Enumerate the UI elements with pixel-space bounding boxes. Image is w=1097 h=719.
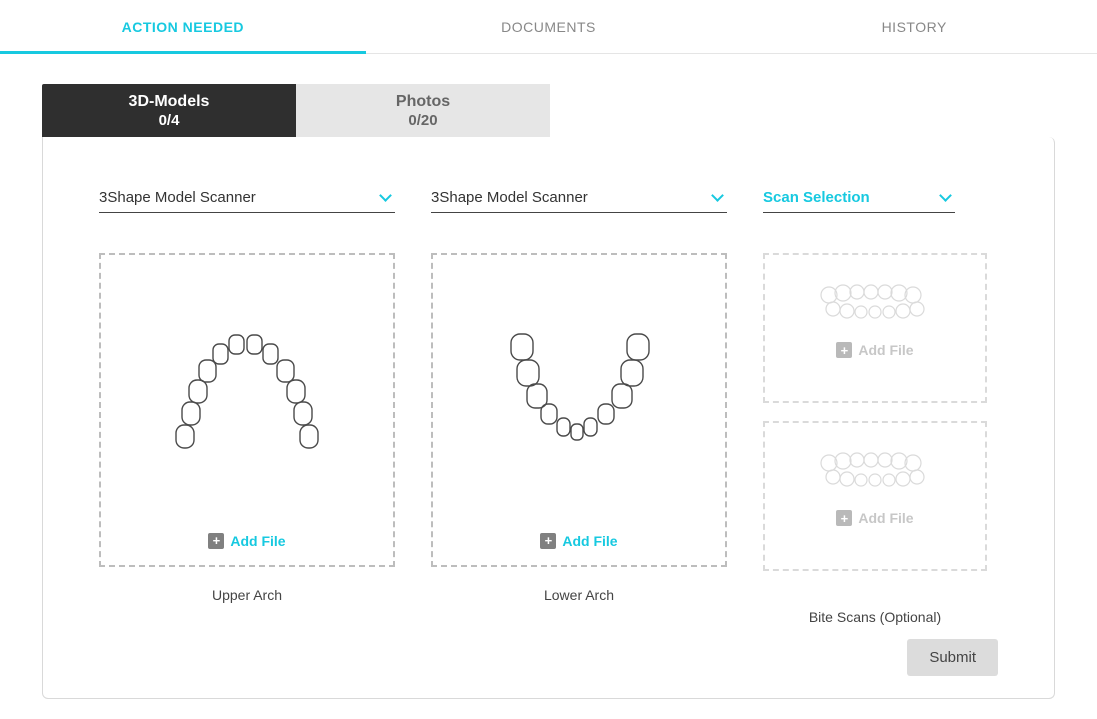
subtab-photos-label: Photos	[296, 92, 550, 112]
lower-arch-column: + Add File Lower Arch	[431, 253, 727, 603]
bite-scans-column: + Add File	[763, 253, 987, 625]
plus-icon: +	[540, 533, 556, 549]
bite-scan-icon	[815, 449, 935, 494]
upper-arch-caption: Upper Arch	[99, 587, 395, 603]
scanner-select-1[interactable]: 3Shape Model Scanner	[99, 187, 395, 213]
tab-history-label: HISTORY	[882, 19, 947, 35]
subtab-3d-models[interactable]: 3D-Models 0/4	[42, 84, 296, 137]
tab-action-needed-label: ACTION NEEDED	[122, 19, 244, 35]
bite-scan-icon	[815, 281, 935, 326]
secondary-tabs: 3D-Models 0/4 Photos 0/20	[0, 84, 1097, 137]
chevron-down-icon	[713, 191, 725, 203]
upper-arch-add-file-label: Add File	[230, 533, 285, 549]
lower-arch-add-file[interactable]: + Add File	[540, 533, 617, 549]
bite-scan-2-dropzone[interactable]: + Add File	[763, 421, 987, 571]
select-row: 3Shape Model Scanner 3Shape Model Scanne…	[99, 187, 998, 213]
bite-scan-2-add-file[interactable]: + Add File	[836, 510, 913, 526]
submit-button[interactable]: Submit	[907, 639, 998, 676]
scan-selection-value: Scan Selection	[763, 187, 955, 212]
lower-arch-dropzone[interactable]: + Add File	[431, 253, 727, 567]
scanner-select-2[interactable]: 3Shape Model Scanner	[431, 187, 727, 213]
chevron-down-icon	[381, 191, 393, 203]
upper-arch-column: + Add File Upper Arch	[99, 253, 395, 603]
submit-row: Submit	[99, 639, 998, 676]
bite-scans-caption: Bite Scans (Optional)	[763, 609, 987, 625]
tab-history[interactable]: HISTORY	[731, 0, 1097, 53]
subtab-photos-count: 0/20	[296, 112, 550, 131]
plus-icon: +	[836, 342, 852, 358]
scanner-select-2-value: 3Shape Model Scanner	[431, 187, 727, 212]
bite-scan-2-add-file-label: Add File	[858, 510, 913, 526]
primary-tabs: ACTION NEEDED DOCUMENTS HISTORY	[0, 0, 1097, 54]
bite-scan-1-dropzone[interactable]: + Add File	[763, 253, 987, 403]
plus-icon: +	[836, 510, 852, 526]
lower-arch-caption: Lower Arch	[431, 587, 727, 603]
upper-arch-dropzone[interactable]: + Add File	[99, 253, 395, 567]
plus-icon: +	[208, 533, 224, 549]
bite-scan-1-add-file-label: Add File	[858, 342, 913, 358]
dropzones: + Add File Upper Arch	[99, 253, 998, 625]
scan-selection-select[interactable]: Scan Selection	[763, 187, 955, 213]
upload-panel: 3Shape Model Scanner 3Shape Model Scanne…	[42, 137, 1055, 699]
bite-scan-1-add-file[interactable]: + Add File	[836, 342, 913, 358]
tab-action-needed[interactable]: ACTION NEEDED	[0, 0, 366, 53]
scanner-select-1-value: 3Shape Model Scanner	[99, 187, 395, 212]
upper-arch-add-file[interactable]: + Add File	[208, 533, 285, 549]
subtab-3d-models-count: 0/4	[42, 112, 296, 131]
lower-arch-add-file-label: Add File	[562, 533, 617, 549]
upper-arch-icon	[167, 326, 327, 461]
chevron-down-icon	[941, 191, 953, 203]
tab-documents-label: DOCUMENTS	[501, 19, 596, 35]
tab-documents[interactable]: DOCUMENTS	[366, 0, 732, 53]
subtab-photos[interactable]: Photos 0/20	[296, 84, 550, 137]
lower-arch-icon	[499, 326, 659, 461]
subtab-3d-models-label: 3D-Models	[42, 92, 296, 112]
submit-button-label: Submit	[929, 649, 976, 666]
